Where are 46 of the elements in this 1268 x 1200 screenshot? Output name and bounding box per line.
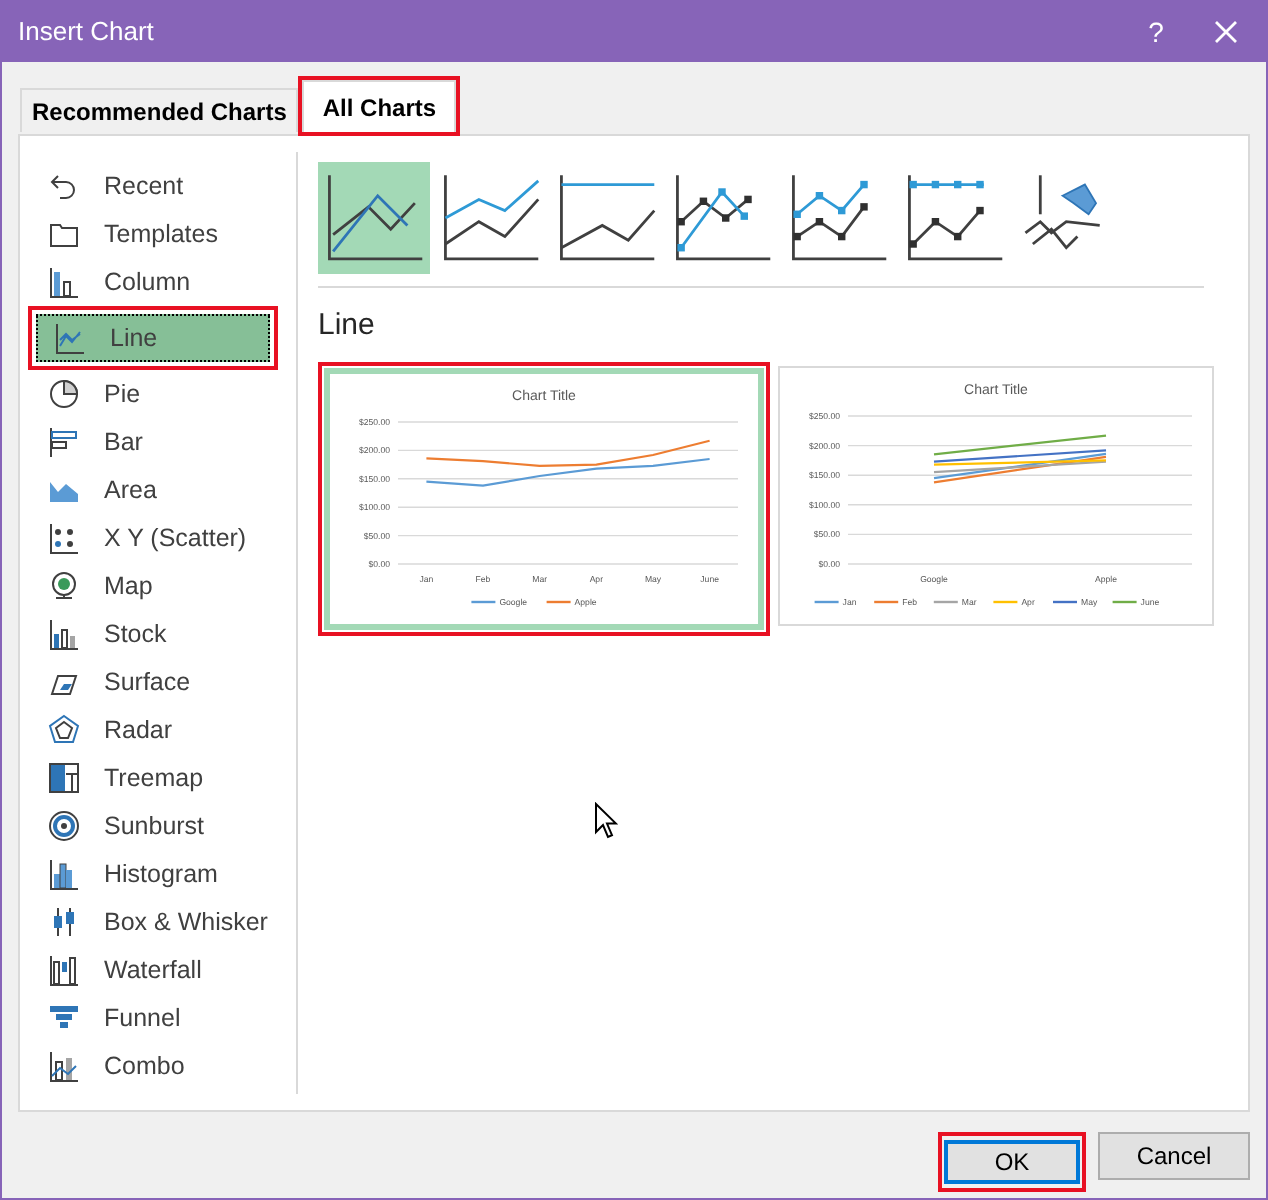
globe-icon — [48, 570, 80, 602]
cancel-button[interactable]: Cancel — [1098, 1132, 1250, 1180]
chart-type-item[interactable]: Pie — [32, 370, 282, 418]
sunburst-icon — [48, 810, 80, 842]
chart-type-item[interactable]: Combo — [32, 1042, 282, 1090]
chart-type-item[interactable]: Waterfall — [32, 946, 282, 994]
chart-type-item[interactable]: Bar — [32, 418, 282, 466]
chart-type-item[interactable]: Sunburst — [32, 802, 282, 850]
chart-type-item[interactable]: X Y (Scatter) — [32, 514, 282, 562]
chart-type-item[interactable]: Funnel — [32, 994, 282, 1042]
tab[interactable]: Recommended Charts — [20, 88, 299, 132]
treemap-icon — [48, 762, 80, 794]
chart-type-item[interactable]: Line — [36, 314, 270, 362]
bar-chart-icon — [48, 426, 80, 458]
radar-chart-icon — [48, 714, 80, 746]
ok-button[interactable]: OK — [944, 1140, 1080, 1184]
chart-type-item[interactable]: Area — [32, 466, 282, 514]
chart-type-item[interactable]: Surface — [32, 658, 282, 706]
column-chart-icon — [48, 266, 80, 298]
mouse-pointer-icon — [594, 802, 618, 840]
chart-type-item[interactable]: Box & Whisker — [32, 898, 282, 946]
histogram-icon — [48, 858, 80, 890]
chart-type-item[interactable]: Column — [32, 258, 282, 306]
chart-type-item[interactable]: Treemap — [32, 754, 282, 802]
chart-type-item[interactable]: Radar — [32, 706, 282, 754]
section-heading: Line — [318, 306, 377, 346]
chart-type-item[interactable]: Stock — [32, 610, 282, 658]
chart-type-item[interactable]: Recent — [32, 162, 282, 210]
chart-subtype-button[interactable] — [318, 162, 430, 274]
folder-icon — [48, 218, 80, 250]
stock-chart-icon — [48, 618, 80, 650]
box-whisker-icon — [48, 906, 80, 938]
funnel-icon — [48, 1002, 80, 1034]
close-icon — [1214, 20, 1238, 44]
help-button[interactable]: ? — [1126, 2, 1186, 62]
undo-arrow-icon — [48, 170, 80, 202]
scatter-chart-icon — [48, 522, 80, 554]
combo-chart-icon — [48, 1050, 80, 1082]
window-title: Insert Chart — [18, 14, 156, 51]
line-chart-icon — [54, 322, 86, 354]
chart-type-item[interactable]: Map — [32, 562, 282, 610]
pie-chart-icon — [48, 378, 80, 410]
chart-type-item[interactable]: Templates — [32, 210, 282, 258]
chart-type-item[interactable]: Histogram — [32, 850, 282, 898]
tab[interactable]: All Charts — [302, 80, 457, 132]
waterfall-icon — [48, 954, 80, 986]
